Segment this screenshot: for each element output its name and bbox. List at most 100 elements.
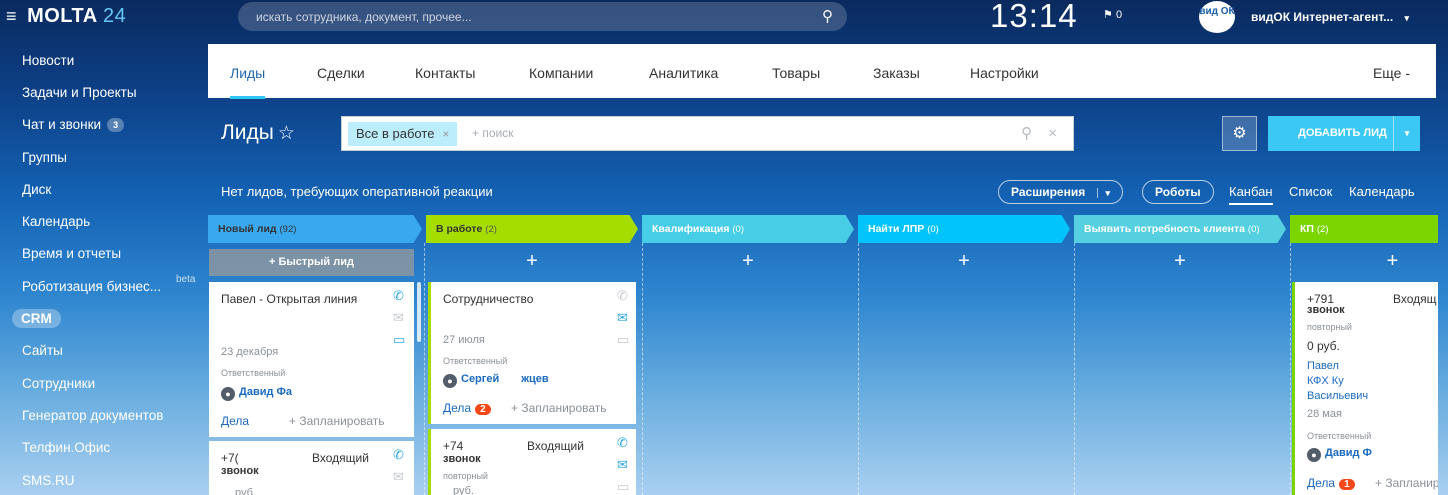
phone-icon[interactable]: ✆	[393, 447, 404, 463]
phone-icon[interactable]: ✆	[393, 288, 404, 304]
column-divider	[1290, 243, 1291, 495]
sidebar: Новости Задачи и Проекты Чат и звонки 3 Г…	[0, 44, 205, 495]
chevron-down-icon[interactable]: ▾	[1393, 116, 1420, 151]
lead-card[interactable]: +7( Входящий звонок ✆ ✉ руб.	[209, 441, 414, 495]
chevron-down-icon[interactable]: ▾	[1096, 188, 1111, 198]
column-qualification[interactable]: Квалификация (0)	[642, 215, 854, 243]
filter-placeholder: + поиск	[472, 126, 514, 140]
column-find-lpr[interactable]: Найти ЛПР (0)	[858, 215, 1070, 243]
sidebar-item-crm[interactable]: CRM	[0, 302, 205, 334]
sidebar-item-robotization[interactable]: Роботизация бизнес... beta	[0, 270, 205, 302]
plan-link[interactable]: + Запланир	[1375, 476, 1438, 490]
filter-search-input[interactable]: Все в работе × + поиск ⚲ ×	[341, 116, 1074, 151]
quick-lead-button[interactable]: + Быстрый лид	[209, 249, 414, 276]
search-icon[interactable]: ⚲	[822, 7, 833, 25]
clock[interactable]: 13:14	[990, 0, 1078, 35]
robots-button[interactable]: Роботы	[1142, 180, 1214, 204]
card-call-type: Входящ	[1393, 292, 1437, 306]
tab-deals[interactable]: Сделки	[317, 65, 365, 81]
column-divider	[424, 243, 425, 495]
company-menu[interactable]: видОК Интернет-агент... ▾	[1251, 10, 1409, 24]
deals-link[interactable]: Дела	[221, 414, 249, 428]
add-lead-button[interactable]: ДОБАВИТЬ ЛИД ▾	[1268, 116, 1420, 151]
flag-counter[interactable]: ⚑ 0	[1103, 8, 1122, 21]
lead-card[interactable]: +791 Входящ звонок повторный 0 руб. Паве…	[1292, 282, 1438, 495]
column-new-lead[interactable]: Новый лид (92)	[208, 215, 422, 243]
phone-icon[interactable]: ✆	[617, 288, 628, 304]
company-name: видОК Интернет-агент...	[1251, 10, 1394, 24]
tab-settings[interactable]: Настройки	[970, 65, 1039, 81]
chat-icon[interactable]: ▭	[617, 479, 629, 495]
column-identify-need[interactable]: Выявить потребность клиента (0)	[1074, 215, 1286, 243]
deals-count-badge: 1	[1339, 479, 1355, 490]
tab-more[interactable]: Еще -	[1373, 65, 1410, 81]
star-icon[interactable]: ☆	[278, 123, 295, 144]
settings-button[interactable]: ⚙	[1222, 116, 1257, 151]
sidebar-item-smsru[interactable]: SMS.RU	[0, 464, 205, 495]
column-scrollbar[interactable]	[417, 282, 421, 342]
tab-products[interactable]: Товары	[772, 65, 820, 81]
card-sum: руб.	[453, 485, 474, 495]
sidebar-item-tasks[interactable]: Задачи и Проекты	[0, 76, 205, 108]
global-search-input[interactable]: искать сотрудника, документ, прочее... ⚲	[238, 2, 847, 31]
sidebar-item-doc-generator[interactable]: Генератор документов	[0, 399, 205, 431]
menu-icon[interactable]: ≡	[6, 6, 17, 26]
deals-link[interactable]: Дела 1	[1307, 476, 1355, 490]
user-icon: ●	[1307, 448, 1321, 462]
responsible-user[interactable]: ● Сергей жцев	[443, 373, 549, 388]
contact-name[interactable]: Павел	[1307, 360, 1339, 372]
company-avatar[interactable]: вид ОК	[1199, 1, 1235, 33]
chat-icon[interactable]: ▭	[393, 332, 405, 348]
phone-icon[interactable]: ✆	[617, 435, 628, 451]
tab-companies[interactable]: Компании	[529, 65, 593, 81]
card-title-second: звонок	[443, 453, 481, 465]
filter-chip[interactable]: Все в работе ×	[348, 122, 458, 146]
view-kanban[interactable]: Канбан	[1229, 184, 1273, 205]
card-title: +74	[443, 439, 464, 453]
plan-link[interactable]: + Запланировать	[289, 414, 385, 428]
column-divider	[858, 243, 859, 495]
add-card-button[interactable]: +	[858, 249, 1070, 276]
lead-card[interactable]: Павел - Открытая линия ✆ ✉ ▭ 23 декабря …	[209, 282, 414, 437]
sidebar-item-chat[interactable]: Чат и звонки 3	[0, 109, 205, 141]
add-card-button[interactable]: +	[1290, 249, 1448, 276]
extensions-button[interactable]: Расширения ▾	[998, 180, 1124, 204]
column-in-work[interactable]: В работе (2)	[426, 215, 638, 243]
view-list[interactable]: Список	[1289, 184, 1332, 199]
chevron-down-icon: ▾	[1404, 13, 1410, 23]
deals-link[interactable]: Дела 2	[443, 401, 491, 415]
mail-icon[interactable]: ✉	[617, 457, 628, 473]
mail-icon[interactable]: ✉	[393, 469, 404, 485]
sidebar-item-sites[interactable]: Сайты	[0, 335, 205, 367]
sidebar-item-disk[interactable]: Диск	[0, 173, 205, 205]
add-card-button[interactable]: +	[426, 249, 638, 276]
tab-leads[interactable]: Лиды	[230, 65, 266, 99]
mail-icon[interactable]: ✉	[617, 310, 628, 326]
responsible-user[interactable]: ● Давид Фа	[221, 386, 292, 401]
mail-icon[interactable]: ✉	[393, 310, 404, 326]
sidebar-item-calendar[interactable]: Календарь	[0, 205, 205, 237]
add-card-button[interactable]: +	[1074, 249, 1286, 276]
contact-patronymic[interactable]: Васильевич	[1307, 390, 1368, 402]
tab-orders[interactable]: Заказы	[873, 65, 920, 81]
sidebar-item-employees[interactable]: Сотрудники	[0, 367, 205, 399]
sidebar-item-news[interactable]: Новости	[0, 44, 205, 76]
lead-card[interactable]: +74 Входящий звонок повторный ✆ ✉ ▭ руб.	[428, 429, 636, 495]
company-link[interactable]: КФХ Ку	[1307, 375, 1344, 387]
plan-link[interactable]: + Запланировать	[511, 401, 607, 415]
column-kp[interactable]: КП (2)	[1290, 215, 1438, 243]
chat-icon[interactable]: ▭	[617, 332, 629, 348]
lead-card[interactable]: Сотрудничество ✆ ✉ ▭ 27 июля Ответственн…	[428, 282, 636, 424]
sidebar-item-groups[interactable]: Группы	[0, 141, 205, 173]
search-icon[interactable]: ⚲ ×	[1021, 124, 1063, 142]
tab-contacts[interactable]: Контакты	[415, 65, 475, 81]
view-calendar[interactable]: Календарь	[1349, 184, 1415, 199]
responsible-user[interactable]: ● Давид Ф	[1307, 447, 1372, 462]
tab-analytics[interactable]: Аналитика	[649, 65, 718, 81]
close-icon[interactable]: ×	[442, 127, 449, 141]
sidebar-item-telfin[interactable]: Телфин.Офис	[0, 432, 205, 464]
search-placeholder: искать сотрудника, документ, прочее...	[256, 10, 472, 24]
logo[interactable]: ≡ MOLTA 24	[6, 5, 126, 28]
sidebar-item-time-reports[interactable]: Время и отчеты	[0, 238, 205, 270]
add-card-button[interactable]: +	[642, 249, 854, 276]
